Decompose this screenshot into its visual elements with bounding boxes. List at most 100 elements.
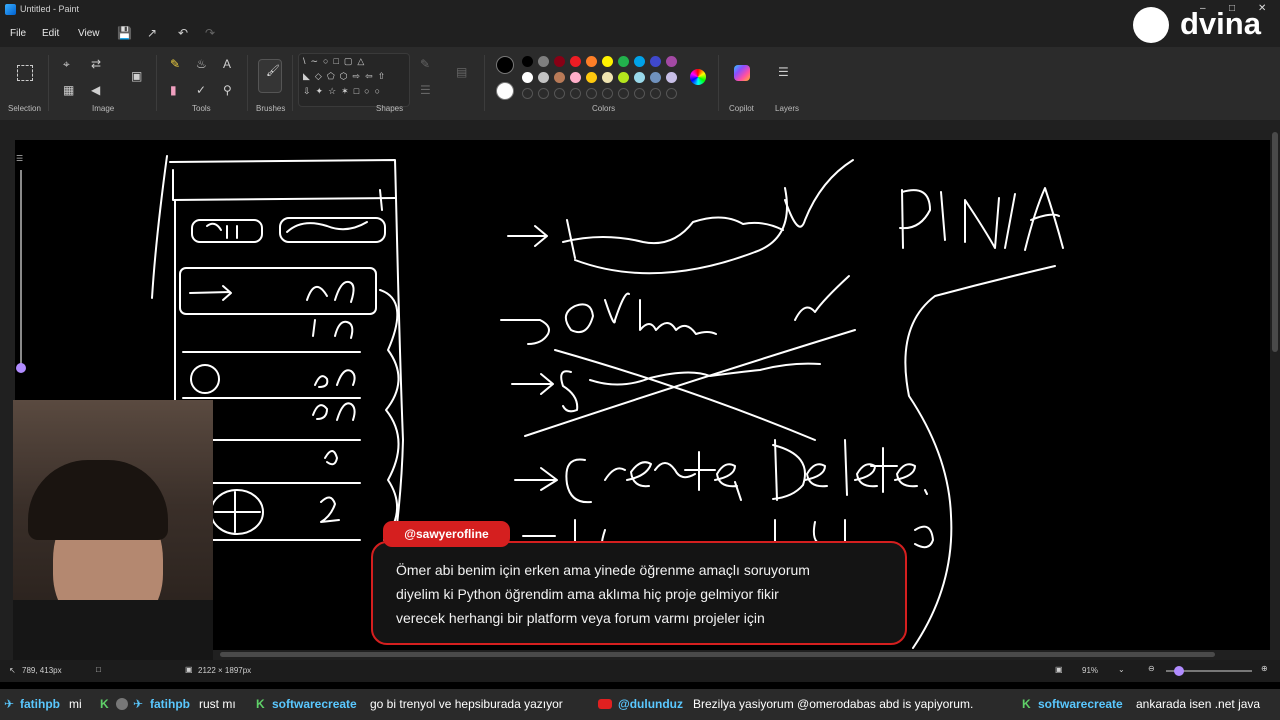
resize-icon[interactable]: ⇄ (91, 57, 101, 71)
group-label-layers: Layers (775, 104, 800, 113)
zoom-out-icon[interactable]: ⊖ (1148, 664, 1155, 673)
kick-icon: K (100, 697, 109, 711)
ticker-text: Brezilya yasiyorum @omerodabas abd is ya… (693, 697, 974, 711)
secondary-color[interactable] (496, 82, 514, 100)
zoom-level[interactable]: 91% (1082, 666, 1098, 675)
ticker-text: ankarada isen .net java (1136, 697, 1261, 711)
custom-color-slot[interactable] (570, 88, 581, 99)
verified-icon: ✈ (4, 697, 15, 711)
color-swatch[interactable] (586, 72, 597, 83)
edit-colors-icon[interactable] (690, 69, 706, 85)
slider-thumb[interactable] (16, 363, 26, 373)
custom-color-slot[interactable] (618, 88, 629, 99)
selection-icon[interactable] (17, 65, 33, 81)
undo-icon[interactable]: ↶ (178, 26, 188, 40)
chat-message-line: verecek herhangi bir platform veya forum… (396, 610, 765, 626)
outline-icon[interactable]: ✎ (420, 57, 430, 71)
selection-size-icon: □ (96, 665, 101, 674)
color-swatch[interactable] (538, 72, 549, 83)
text-icon[interactable]: A (223, 57, 231, 71)
save-icon[interactable]: 💾 (117, 26, 132, 40)
color-swatch[interactable] (522, 56, 533, 67)
custom-color-slot[interactable] (538, 88, 549, 99)
brushes-button[interactable]: 🖌 (258, 59, 282, 93)
shapes-row-3: ⇩✦☆✶□○○ (303, 86, 385, 96)
pencil-icon[interactable]: ✎ (170, 57, 180, 71)
shapes-row-1: \∼○□▢△ (303, 56, 370, 66)
group-label-copilot: Copilot (729, 104, 754, 113)
group-label-colors: Colors (592, 104, 616, 113)
cursor-icon: ↖ (9, 666, 16, 675)
fill-icon[interactable]: ♨ (196, 57, 207, 71)
color-swatch[interactable] (634, 72, 645, 83)
size-icon[interactable]: ☰ (420, 83, 431, 97)
group-label-brushes: Brushes (256, 104, 286, 113)
menu-bar: File Edit View 💾 ↗ ↶ ↷ (0, 20, 1280, 47)
color-picker-icon[interactable]: ✓ (196, 83, 206, 97)
horizontal-scrollbar[interactable] (220, 652, 1215, 657)
color-swatch[interactable] (618, 72, 629, 83)
brush-size-slider[interactable]: ☰ (16, 150, 28, 380)
ribbon-divider (247, 55, 248, 111)
crop-icon[interactable]: ⌖ (63, 57, 70, 72)
color-swatch[interactable] (666, 56, 677, 67)
shapes-gallery[interactable]: \∼○□▢△ ◣◇⬠⬡⇨⇦⇧ ⇩✦☆✶□○○ (298, 53, 410, 107)
dvina-logo-icon (1133, 7, 1169, 43)
color-swatch[interactable] (650, 72, 661, 83)
zoom-slider-thumb[interactable] (1174, 666, 1184, 676)
color-swatch[interactable] (634, 56, 645, 67)
rotate-icon[interactable]: ◀ (91, 83, 100, 97)
vertical-scrollbar[interactable] (1272, 132, 1278, 352)
streamer-hair (28, 460, 168, 540)
color-swatch[interactable] (554, 72, 565, 83)
custom-color-slot[interactable] (666, 88, 677, 99)
layers-icon[interactable]: ☰ (778, 65, 789, 79)
menu-view[interactable]: View (78, 28, 100, 39)
eraser-icon[interactable]: ▮ (170, 83, 177, 97)
custom-color-slot[interactable] (522, 88, 533, 99)
custom-color-slot[interactable] (602, 88, 613, 99)
custom-color-slot[interactable] (634, 88, 645, 99)
ticker-text: rust mı (199, 697, 236, 711)
ticker-user: fatihpb (150, 697, 190, 711)
paint-app-icon (5, 4, 16, 15)
custom-color-slot[interactable] (554, 88, 565, 99)
share-icon[interactable]: ↗ (147, 26, 157, 40)
custom-color-slot[interactable] (586, 88, 597, 99)
zoom-in-icon[interactable]: ⊕ (1261, 664, 1268, 673)
kick-icon: K (256, 697, 265, 711)
group-label-tools: Tools (192, 104, 211, 113)
redo-icon[interactable]: ↷ (205, 26, 215, 40)
color-swatch[interactable] (602, 56, 613, 67)
color-swatch[interactable] (554, 56, 565, 67)
copilot-icon[interactable] (734, 65, 750, 81)
ticker-user: softwarecreate (272, 697, 357, 711)
color-swatch[interactable] (650, 56, 661, 67)
color-swatch[interactable] (602, 72, 613, 83)
image-effects-icon[interactable]: ▦ (63, 83, 74, 97)
kick-icon: K (1022, 697, 1031, 711)
slider-track (20, 170, 22, 370)
color-swatch[interactable] (618, 56, 629, 67)
custom-color-slot[interactable] (650, 88, 661, 99)
group-label-image: Image (92, 104, 115, 113)
magnifier-icon[interactable]: ⚲ (223, 83, 232, 97)
ribbon-divider (48, 55, 49, 111)
fit-to-window-icon[interactable]: ▣ (1055, 665, 1063, 674)
color-swatch[interactable] (666, 72, 677, 83)
menu-file[interactable]: File (10, 28, 26, 39)
color-swatch[interactable] (522, 72, 533, 83)
ribbon-divider (292, 55, 293, 111)
color-swatch[interactable] (570, 72, 581, 83)
primary-color[interactable] (496, 56, 514, 74)
color-swatch[interactable] (586, 56, 597, 67)
color-swatch[interactable] (570, 56, 581, 67)
color-swatch[interactable] (538, 56, 549, 67)
select-image-icon[interactable]: ▣ (131, 69, 142, 83)
menu-edit[interactable]: Edit (42, 28, 59, 39)
zoom-dropdown-icon[interactable]: ⌄ (1118, 665, 1125, 674)
shape-fill-icon[interactable]: ▤ (456, 65, 467, 79)
title-bar: Untitled - Paint – □ ✕ (0, 0, 1280, 20)
ribbon-divider (484, 55, 485, 111)
ribbon-divider (156, 55, 157, 111)
